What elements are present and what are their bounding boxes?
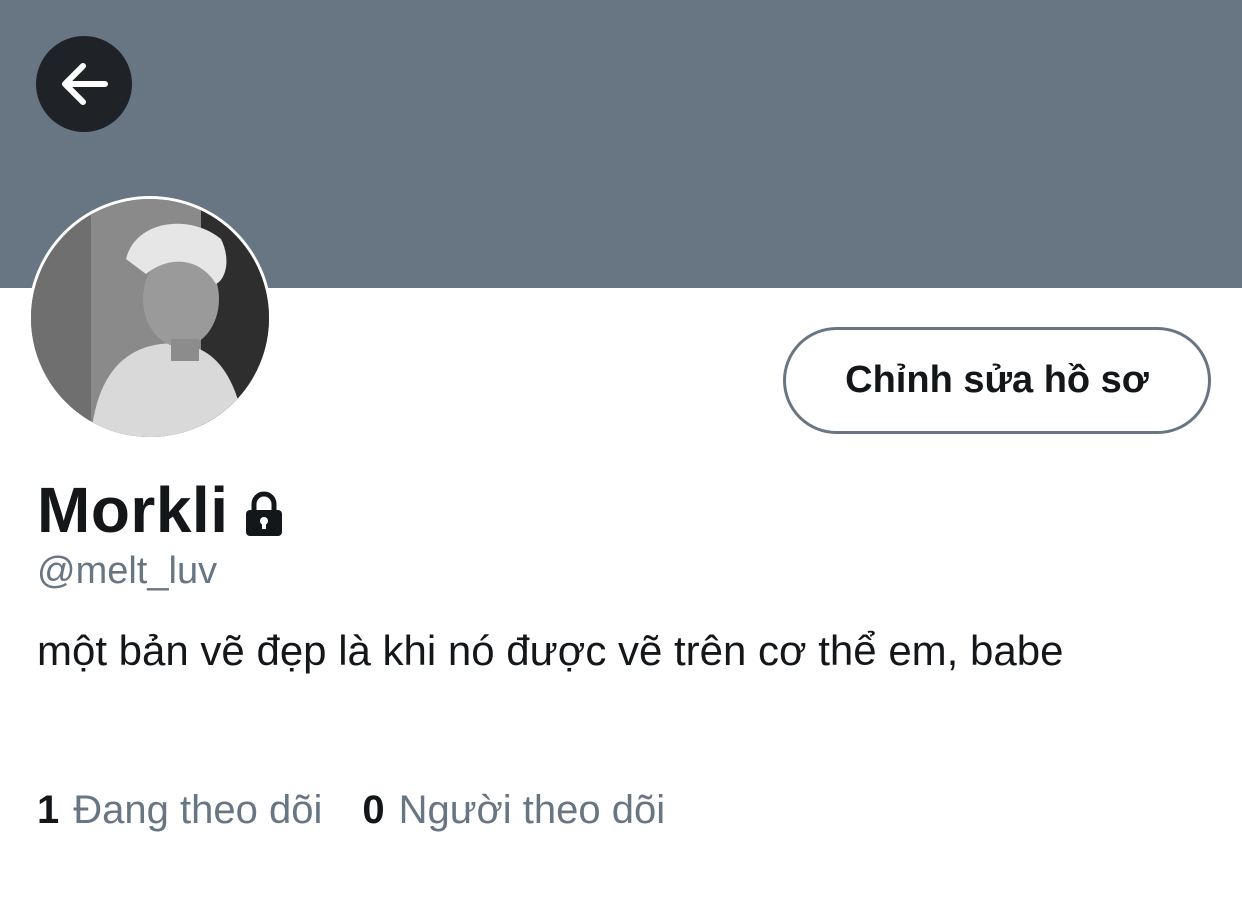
avatar[interactable]: [28, 196, 272, 440]
followers-stat[interactable]: 0 Người theo dõi: [362, 788, 665, 833]
profile-bio: một bản vẽ đẹp là khi nó được vẽ trên cơ…: [37, 627, 1064, 674]
display-name: Morkli: [37, 474, 229, 546]
follow-stats: 1 Đang theo dõi 0 Người theo dõi: [37, 785, 665, 835]
following-label: Đang theo dõi: [73, 787, 323, 832]
following-count: 1: [37, 787, 60, 832]
name-row: Morkli: [37, 470, 288, 550]
profile-page: Chỉnh sửa hồ sơ Morkli @melt_luv một bản…: [0, 0, 1242, 897]
following-stat[interactable]: 1 Đang theo dõi: [37, 788, 322, 833]
profile-handle: @melt_luv: [37, 550, 218, 592]
arrow-left-icon: [62, 63, 108, 105]
followers-count: 0: [362, 787, 385, 832]
back-button[interactable]: [36, 36, 132, 132]
lock-icon: [246, 491, 283, 536]
followers-label: Người theo dõi: [398, 787, 666, 832]
avatar-image: [31, 199, 269, 437]
edit-profile-button[interactable]: Chỉnh sửa hồ sơ: [783, 327, 1211, 434]
